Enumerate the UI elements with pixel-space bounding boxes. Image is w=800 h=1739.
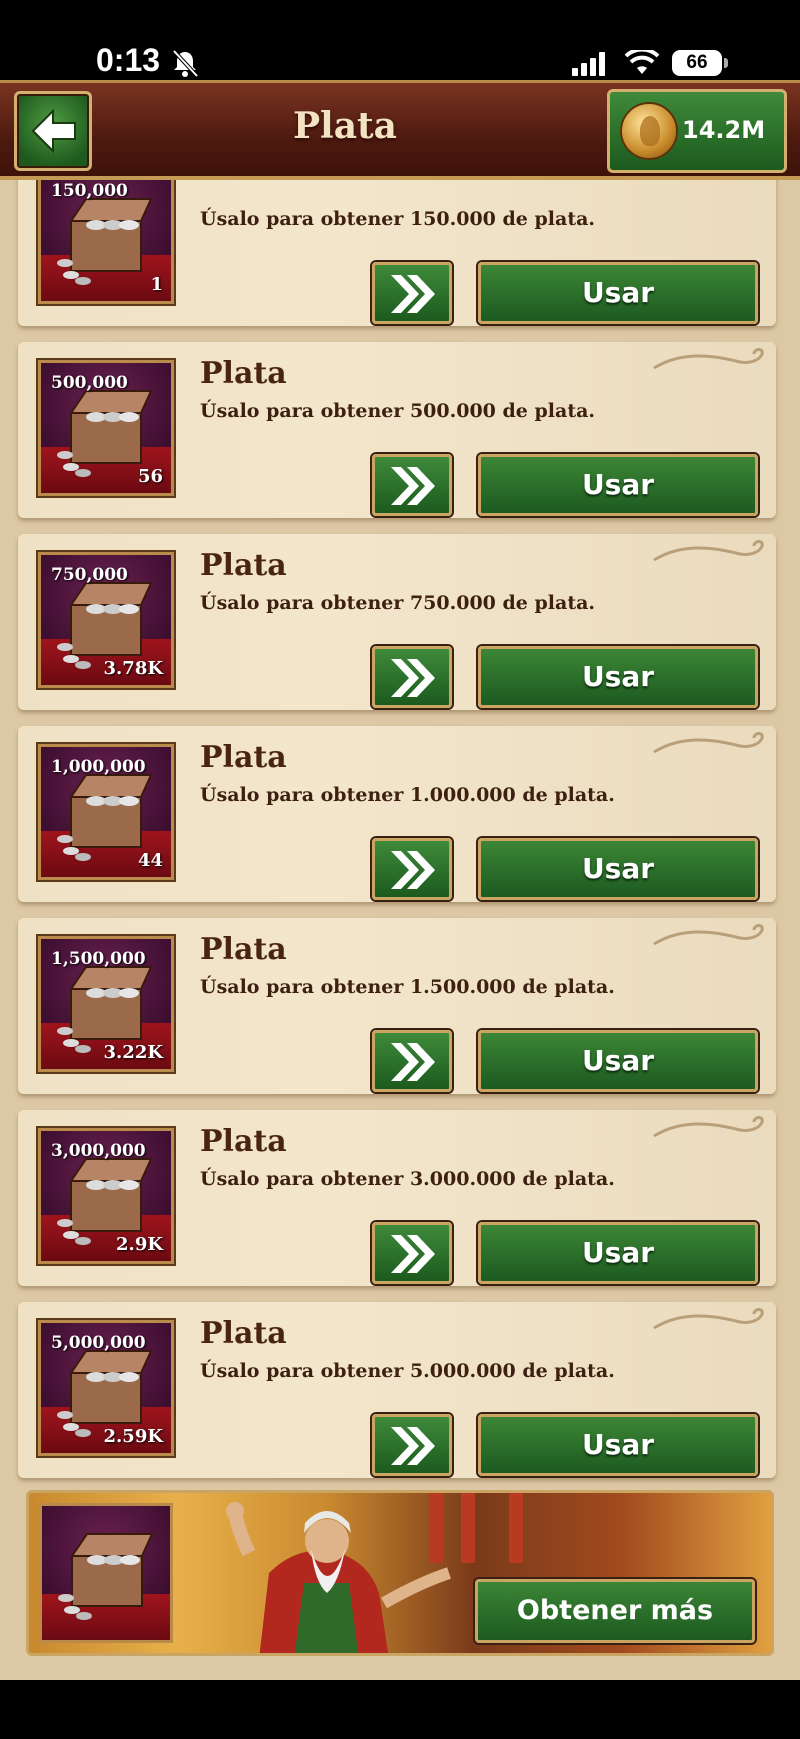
- use-button[interactable]: Usar: [478, 454, 758, 516]
- merchant-character-illustration: [226, 1502, 451, 1653]
- item-title: Plata: [200, 1124, 287, 1159]
- swirl-ornament-icon: [653, 924, 764, 946]
- list-item: 5,000,000 2.59K Plata Úsalo para obtener…: [18, 1302, 776, 1478]
- list-item: 1,000,000 44 Plata Úsalo para obtener 1.…: [18, 726, 776, 902]
- get-more-banner[interactable]: Obtener más: [26, 1490, 774, 1656]
- silver-chest-icon: 3,000,000 2.9K: [38, 1128, 174, 1264]
- item-description: Úsalo para obtener 1.500.000 de plata.: [200, 976, 615, 998]
- use-button[interactable]: Usar: [478, 646, 758, 708]
- double-chevron-right-icon: [391, 467, 435, 505]
- item-list[interactable]: 150,000 1 Úsalo para obtener 150.000 de …: [0, 180, 800, 1680]
- gold-coin-icon: [620, 102, 678, 160]
- double-chevron-right-icon: [391, 1427, 435, 1465]
- item-count: 3.22K: [103, 1042, 163, 1063]
- item-description: Úsalo para obtener 3.000.000 de plata.: [200, 1168, 615, 1190]
- swirl-ornament-icon: [653, 1116, 764, 1138]
- item-description: Úsalo para obtener 500.000 de plata.: [200, 400, 596, 422]
- item-amount: 1,500,000: [51, 949, 146, 969]
- item-count: 56: [137, 466, 163, 487]
- item-description: Úsalo para obtener 150.000 de plata.: [200, 208, 596, 230]
- item-title: Plata: [200, 1316, 287, 1351]
- get-more-button[interactable]: Obtener más: [475, 1579, 755, 1643]
- status-bar: 0:13 66: [0, 0, 800, 80]
- item-amount: 750,000: [51, 565, 128, 585]
- double-chevron-right-icon: [391, 275, 435, 313]
- fast-use-button[interactable]: [372, 454, 452, 516]
- swirl-ornament-icon: [653, 348, 764, 370]
- silver-chest-icon: 150,000 1: [38, 180, 174, 304]
- fast-use-button[interactable]: [372, 646, 452, 708]
- bell-muted-icon: [172, 49, 199, 78]
- fast-use-button[interactable]: [372, 1222, 452, 1284]
- item-title: Plata: [200, 932, 287, 967]
- double-chevron-right-icon: [391, 851, 435, 889]
- item-description: Úsalo para obtener 5.000.000 de plata.: [200, 1360, 615, 1382]
- wifi-icon: [624, 50, 660, 74]
- list-item: 1,500,000 3.22K Plata Úsalo para obtener…: [18, 918, 776, 1094]
- item-count: 3.78K: [103, 658, 163, 679]
- bottom-bar: [0, 1680, 800, 1739]
- double-chevron-right-icon: [391, 1043, 435, 1081]
- item-amount: 150,000: [51, 181, 128, 201]
- page-title: Plata: [292, 105, 398, 147]
- item-count: 2.59K: [103, 1426, 163, 1447]
- use-button[interactable]: Usar: [478, 1222, 758, 1284]
- silver-chest-icon: 1,000,000 44: [38, 744, 174, 880]
- silver-chest-icon: 1,500,000 3.22K: [38, 936, 174, 1072]
- item-count: 1: [150, 274, 163, 295]
- item-amount: 5,000,000: [51, 1333, 146, 1353]
- use-button[interactable]: Usar: [478, 262, 758, 324]
- use-button[interactable]: Usar: [478, 1414, 758, 1476]
- swirl-ornament-icon: [653, 540, 764, 562]
- silver-chest-icon: 750,000 3.78K: [38, 552, 174, 688]
- cellular-signal-icon: [572, 52, 605, 76]
- double-chevron-right-icon: [391, 659, 435, 697]
- item-title: Plata: [200, 548, 287, 583]
- item-description: Úsalo para obtener 750.000 de plata.: [200, 592, 596, 614]
- silver-chest-icon: 500,000 56: [38, 360, 174, 496]
- list-item: 150,000 1 Úsalo para obtener 150.000 de …: [18, 180, 776, 326]
- item-description: Úsalo para obtener 1.000.000 de plata.: [200, 784, 615, 806]
- item-title: Plata: [200, 740, 287, 775]
- item-amount: 3,000,000: [51, 1141, 146, 1161]
- use-button[interactable]: Usar: [478, 1030, 758, 1092]
- use-button[interactable]: Usar: [478, 838, 758, 900]
- silver-chest-icon: [39, 1503, 173, 1643]
- item-amount: 500,000: [51, 373, 128, 393]
- item-amount: 1,000,000: [51, 757, 146, 777]
- double-chevron-right-icon: [391, 1235, 435, 1273]
- list-item: 3,000,000 2.9K Plata Úsalo para obtener …: [18, 1110, 776, 1286]
- list-item: 750,000 3.78K Plata Úsalo para obtener 7…: [18, 534, 776, 710]
- fast-use-button[interactable]: [372, 1030, 452, 1092]
- item-title: Plata: [200, 356, 287, 391]
- fast-use-button[interactable]: [372, 1414, 452, 1476]
- item-count: 2.9K: [116, 1234, 163, 1255]
- header-bar: Plata 14.2M: [0, 80, 800, 180]
- item-count: 44: [137, 850, 163, 871]
- swirl-ornament-icon: [653, 732, 764, 754]
- list-item: 500,000 56 Plata Úsalo para obtener 500.…: [18, 342, 776, 518]
- fast-use-button[interactable]: [372, 838, 452, 900]
- currency-value: 14.2M: [682, 116, 766, 144]
- fast-use-button[interactable]: [372, 262, 452, 324]
- status-time: 0:13: [96, 42, 161, 78]
- battery-indicator: 66: [672, 50, 722, 76]
- silver-chest-icon: 5,000,000 2.59K: [38, 1320, 174, 1456]
- currency-display[interactable]: 14.2M: [607, 89, 787, 173]
- battery-tip: [724, 58, 728, 68]
- swirl-ornament-icon: [653, 1308, 764, 1330]
